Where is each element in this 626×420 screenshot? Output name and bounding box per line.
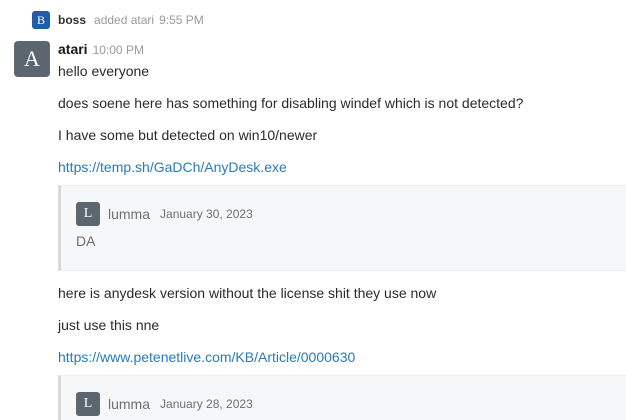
message-header: atari 10:00 PM <box>58 41 144 57</box>
system-message-action: added atari <box>94 13 155 27</box>
quote-date: January 28, 2023 <box>160 397 253 411</box>
lumma-avatar[interactable]: L <box>76 392 100 416</box>
quote-author[interactable]: lumma <box>108 396 150 412</box>
quoted-message[interactable]: L lumma January 30, 2023 DA <box>58 185 626 271</box>
message-line: does soene here has something for disabl… <box>58 95 524 111</box>
lumma-avatar[interactable]: L <box>76 202 100 226</box>
system-message-time: 9:55 PM <box>159 13 204 27</box>
boss-avatar[interactable]: B <box>32 11 50 29</box>
system-message-user[interactable]: boss <box>58 13 86 27</box>
message-line: I have some but detected on win10/newer <box>58 127 318 143</box>
system-message: B boss added atari 9:55 PM <box>32 11 204 29</box>
quote-date: January 30, 2023 <box>160 207 253 221</box>
message-line: here is anydesk version without the lice… <box>58 285 437 301</box>
message-line: just use this nne <box>58 317 160 333</box>
chat-view: B boss added atari 9:55 PM A atari 10:00… <box>0 0 626 420</box>
petenetlive-link[interactable]: https://www.petenetlive.com/KB/Article/0… <box>58 349 355 365</box>
quoted-message[interactable]: L lumma January 28, 2023 <box>58 375 626 420</box>
message-link-anydesk: https://temp.sh/GaDCh/AnyDesk.exe <box>58 159 287 175</box>
anydesk-link[interactable]: https://temp.sh/GaDCh/AnyDesk.exe <box>58 159 287 175</box>
quote-header: L lumma January 30, 2023 <box>76 202 253 226</box>
quote-header: L lumma January 28, 2023 <box>76 392 253 416</box>
message-line: hello everyone <box>58 63 150 79</box>
atari-avatar[interactable]: A <box>14 41 50 77</box>
quote-author[interactable]: lumma <box>108 206 150 222</box>
message-time: 10:00 PM <box>92 43 144 57</box>
message-author[interactable]: atari <box>58 41 88 57</box>
quote-text: DA <box>76 233 96 249</box>
message-link-petenetlive: https://www.petenetlive.com/KB/Article/0… <box>58 349 355 365</box>
